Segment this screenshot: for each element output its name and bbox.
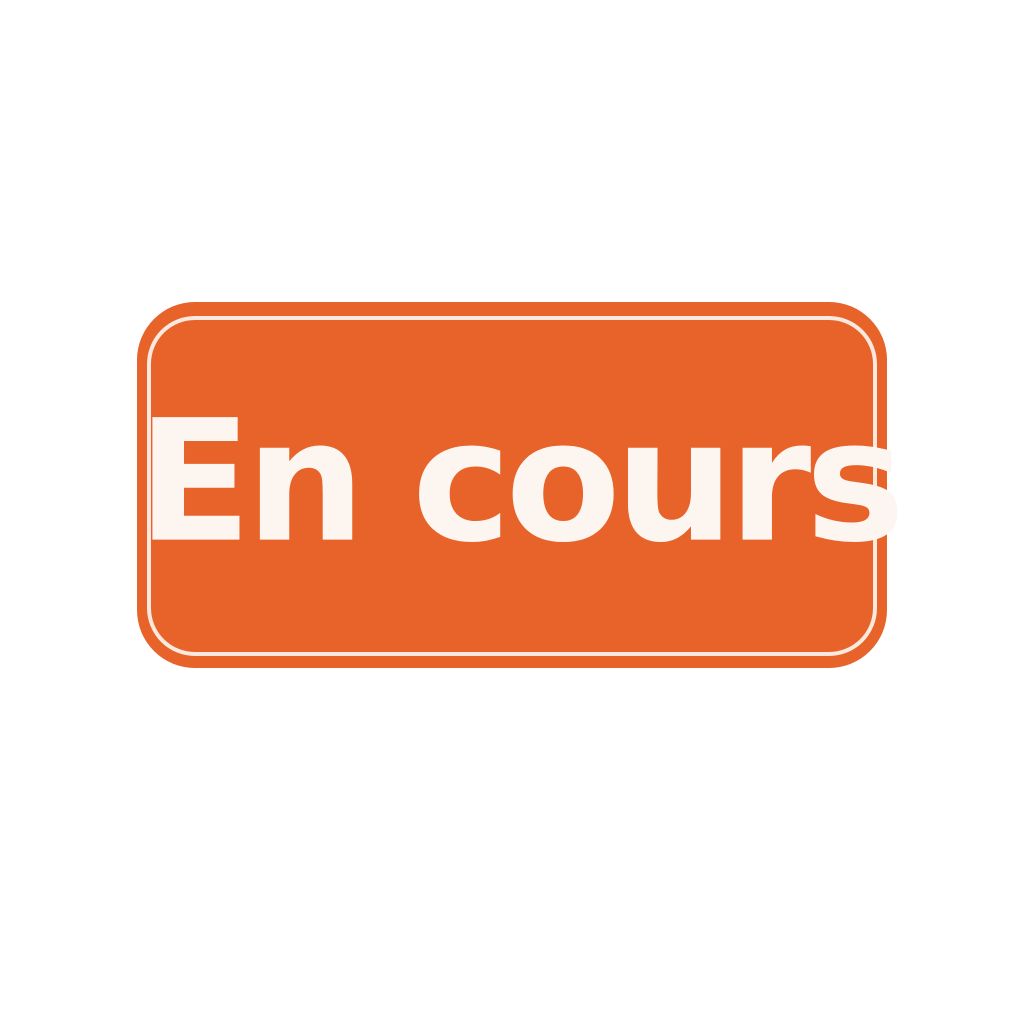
status-badge-label: En cours [137,383,905,580]
status-badge: En cours [137,302,905,668]
canvas: En cours [0,0,1024,1024]
